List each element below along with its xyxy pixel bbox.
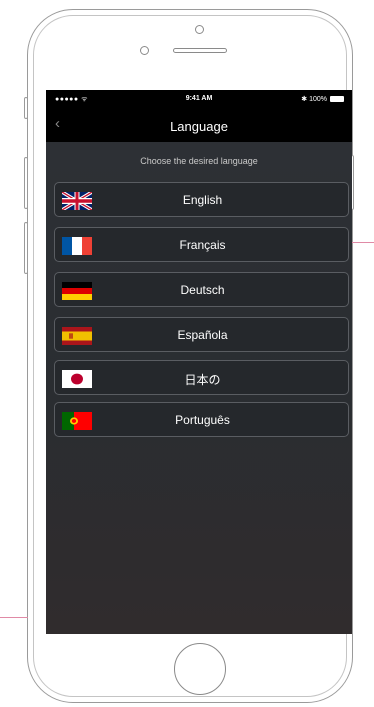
home-button[interactable]	[174, 643, 226, 695]
instruction-text: Choose the desired language	[140, 156, 258, 166]
battery-icon	[330, 96, 344, 102]
language-label: Deutsch	[180, 283, 225, 297]
phone-screen: ●●●●● ᯤ 9:41 AM ✱ 100% ‹ Language Choose…	[46, 90, 352, 634]
header-bar: ●●●●● ᯤ 9:41 AM ✱ 100% ‹ Language	[46, 90, 352, 142]
page-title: Language	[170, 119, 228, 134]
proximity-sensor	[140, 46, 149, 55]
language-option-portugues[interactable]: Português	[54, 402, 349, 437]
language-option-deutsch[interactable]: Deutsch	[54, 272, 349, 307]
language-option-francais[interactable]: Français	[54, 227, 349, 262]
volume-down-button	[24, 222, 28, 274]
language-label: 日本の	[184, 373, 221, 387]
volume-up-button	[24, 157, 28, 209]
language-option-espanola[interactable]: Española	[54, 317, 349, 352]
language-label: Española	[177, 328, 228, 342]
language-label: English	[182, 193, 223, 207]
battery-label: ✱ 100%	[301, 96, 327, 103]
annotation-line-left	[0, 617, 28, 618]
mute-switch	[24, 97, 28, 119]
language-label: Français	[179, 238, 226, 252]
language-option-japanese[interactable]: 日本の	[54, 360, 349, 395]
front-camera	[195, 25, 204, 34]
language-option-english[interactable]: English	[54, 182, 349, 217]
battery-indicator: ✱ 100%	[301, 95, 344, 103]
language-label: Português	[175, 413, 230, 427]
earpiece-speaker	[173, 48, 227, 53]
